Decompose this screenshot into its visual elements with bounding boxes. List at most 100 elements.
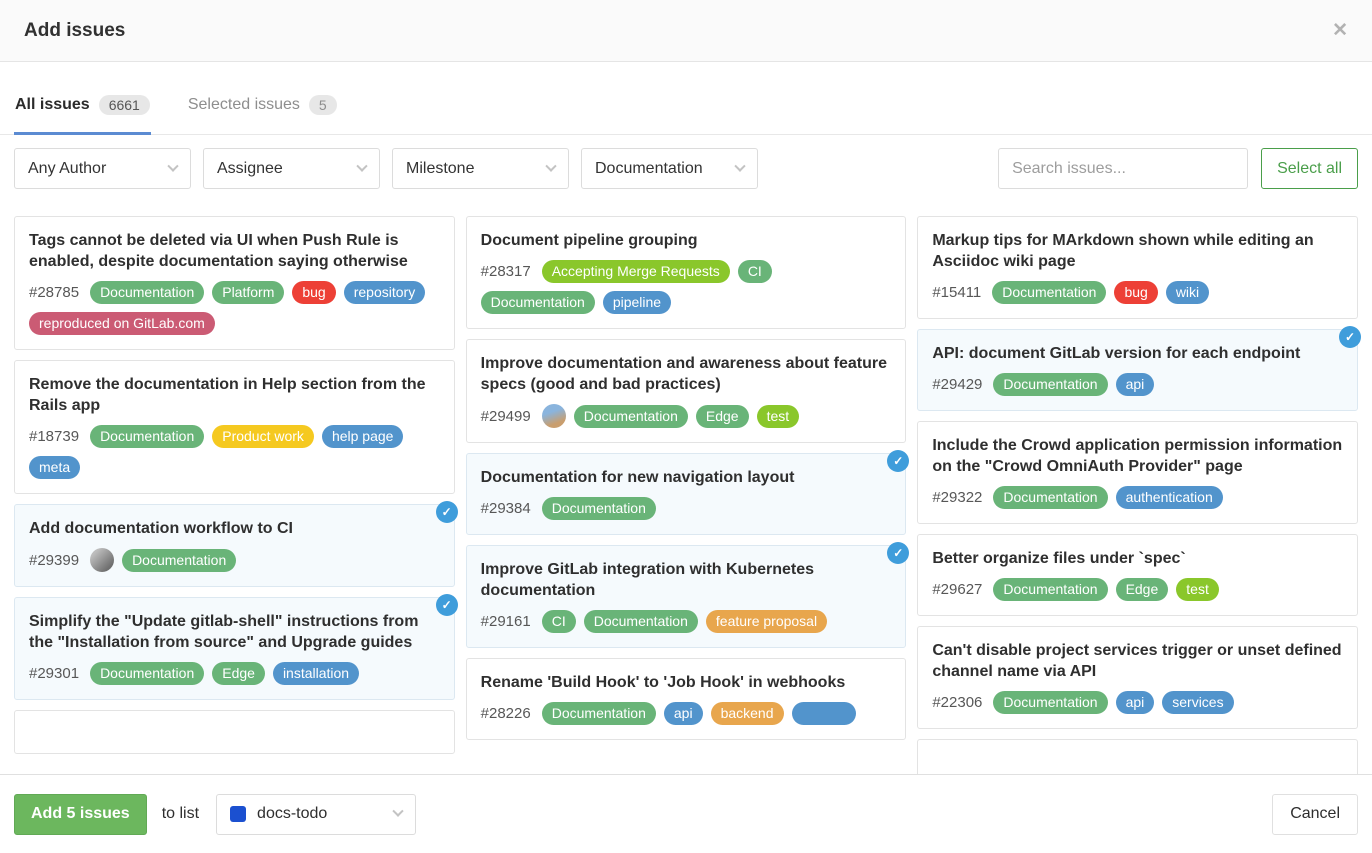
- issue-card[interactable]: Markup tips for MArkdown shown while edi…: [917, 216, 1358, 319]
- issue-meta: #29301DocumentationEdgeinstallation: [29, 662, 440, 685]
- tab-selected-issues[interactable]: Selected issues5: [187, 95, 338, 135]
- tab-label: All issues: [15, 96, 90, 114]
- issue-title: Simplify the "Update gitlab-shell" instr…: [29, 611, 440, 653]
- label-documentation: Documentation: [993, 486, 1107, 509]
- issue-card[interactable]: ✓Documentation for new navigation layout…: [466, 453, 907, 535]
- issue-card[interactable]: Improve documentation and awareness abou…: [466, 339, 907, 443]
- issue-title: Improve documentation and awareness abou…: [481, 353, 892, 395]
- tab-all-issues[interactable]: All issues6661: [14, 95, 151, 135]
- assignee-avatar: [90, 548, 114, 572]
- label-documentation: Documentation: [542, 497, 656, 520]
- issue-card[interactable]: ✓Improve GitLab integration with Kuberne…: [466, 545, 907, 648]
- label-help-page: help page: [322, 425, 404, 448]
- issue-board: Tags cannot be deleted via UI when Push …: [0, 202, 1372, 780]
- filter-dropdown-milestone[interactable]: Milestone: [392, 148, 569, 189]
- issue-card[interactable]: ✓Simplify the "Update gitlab-shell" inst…: [14, 597, 455, 700]
- issue-column-1: Tags cannot be deleted via UI when Push …: [14, 216, 455, 754]
- label-repository: repository: [344, 281, 425, 304]
- label-api: api: [1116, 373, 1155, 396]
- selected-check-icon: ✓: [1339, 326, 1361, 348]
- select-all-button[interactable]: Select all: [1261, 148, 1358, 189]
- close-icon[interactable]: ✕: [1332, 21, 1348, 40]
- label-documentation: Documentation: [90, 662, 204, 685]
- issue-title: Markup tips for MArkdown shown while edi…: [932, 230, 1343, 272]
- issue-number: #15411: [932, 284, 981, 301]
- list-color-swatch: [230, 806, 246, 822]
- issue-card[interactable]: Rename 'Build Hook' to 'Job Hook' in web…: [466, 658, 907, 740]
- filters-bar: Any Author Assignee Milestone Documentation…: [0, 135, 1372, 202]
- label-feature-proposal: feature proposal: [706, 610, 827, 633]
- issue-card[interactable]: Remove the documentation in Help section…: [14, 360, 455, 494]
- filter-dropdown-label: Documentation: [595, 160, 703, 178]
- selected-check-icon: ✓: [436, 594, 458, 616]
- label-authentication: authentication: [1116, 486, 1223, 509]
- issue-number: #29627: [932, 581, 982, 598]
- issue-meta: #18739DocumentationProduct workhelp page…: [29, 425, 440, 479]
- label-clipped: [792, 702, 856, 725]
- label-accepting-merge-requests: Accepting Merge Requests: [542, 260, 730, 283]
- issue-meta: #29322Documentationauthentication: [932, 486, 1343, 509]
- label-test: test: [757, 405, 800, 428]
- issue-card[interactable]: Document pipeline grouping#28317Acceptin…: [466, 216, 907, 329]
- label-meta: meta: [29, 456, 80, 479]
- add-issues-modal: Add issues ✕ All issues6661 Selected issu…: [0, 0, 1372, 853]
- chevron-down-icon: [167, 160, 178, 171]
- add-issues-button[interactable]: Add 5 issues: [14, 794, 147, 835]
- issue-number: #18739: [29, 428, 79, 445]
- issue-title: Remove the documentation in Help section…: [29, 374, 440, 416]
- filter-dropdown-label: Any Author: [28, 160, 106, 178]
- label-edge: Edge: [696, 405, 749, 428]
- modal-header: Add issues ✕: [0, 0, 1372, 62]
- issue-card-partial[interactable]: [14, 710, 455, 754]
- modal-title: Add issues: [24, 20, 125, 42]
- search-input[interactable]: [998, 148, 1248, 189]
- issue-card[interactable]: Include the Crowd application permission…: [917, 421, 1358, 524]
- issue-title: Rename 'Build Hook' to 'Job Hook' in web…: [481, 672, 892, 693]
- issue-column-2: Document pipeline grouping#28317Acceptin…: [466, 216, 907, 750]
- issue-title: Can't disable project services trigger o…: [932, 640, 1343, 682]
- label-edge: Edge: [212, 662, 265, 685]
- issue-card[interactable]: Can't disable project services trigger o…: [917, 626, 1358, 729]
- issue-number: #29429: [932, 376, 982, 393]
- issue-title: API: document GitLab version for each en…: [932, 343, 1343, 364]
- issue-title: Add documentation workflow to CI: [29, 518, 440, 539]
- label-platform: Platform: [212, 281, 284, 304]
- filter-dropdown-any-author[interactable]: Any Author: [14, 148, 191, 189]
- issue-column-3: Markup tips for MArkdown shown while edi…: [917, 216, 1358, 780]
- label-documentation: Documentation: [584, 610, 698, 633]
- chevron-down-icon: [545, 160, 556, 171]
- filter-dropdown-assignee[interactable]: Assignee: [203, 148, 380, 189]
- filter-dropdown-documentation[interactable]: Documentation: [581, 148, 758, 189]
- issue-card[interactable]: Tags cannot be deleted via UI when Push …: [14, 216, 455, 350]
- cancel-button[interactable]: Cancel: [1272, 794, 1358, 835]
- label-documentation: Documentation: [993, 691, 1107, 714]
- filter-dropdown-label: Milestone: [406, 160, 474, 178]
- issue-card[interactable]: ✓API: document GitLab version for each e…: [917, 329, 1358, 411]
- issue-meta: #29161 CI Documentation feature proposal: [481, 610, 892, 633]
- tab-label: Selected issues: [188, 96, 300, 114]
- selected-check-icon: ✓: [887, 542, 909, 564]
- issue-number: #29399: [29, 552, 79, 569]
- issue-meta: #29627DocumentationEdgetest: [932, 578, 1343, 601]
- issue-meta: #29429Documentationapi: [932, 373, 1343, 396]
- issue-number: #28785: [29, 284, 79, 301]
- label-installation: installation: [273, 662, 359, 685]
- issue-title: Document pipeline grouping: [481, 230, 892, 251]
- issue-number: #29161: [481, 613, 531, 630]
- tabs-bar: All issues6661 Selected issues5: [0, 62, 1372, 135]
- label-ci: CI: [542, 610, 576, 633]
- label-wiki: wiki: [1166, 281, 1209, 304]
- issue-card[interactable]: ✓Add documentation workflow to CI#29399D…: [14, 504, 455, 587]
- label-documentation: Documentation: [122, 549, 236, 572]
- filter-dropdown-label: Assignee: [217, 160, 283, 178]
- issue-meta: #29399 Documentation: [29, 548, 440, 572]
- label-product-work: Product work: [212, 425, 314, 448]
- label-bug: bug: [1114, 281, 1157, 304]
- issue-meta: #29384Documentation: [481, 497, 892, 520]
- label-documentation: Documentation: [542, 702, 656, 725]
- label-documentation: Documentation: [574, 405, 688, 428]
- list-select-dropdown[interactable]: docs-todo: [216, 794, 416, 835]
- selected-check-icon: ✓: [887, 450, 909, 472]
- issue-card[interactable]: Better organize files under `spec`#29627…: [917, 534, 1358, 616]
- label-documentation: Documentation: [992, 281, 1106, 304]
